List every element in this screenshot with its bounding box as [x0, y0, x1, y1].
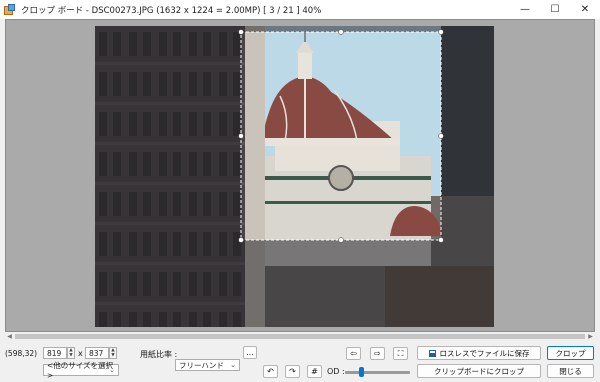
save-lossless-label: ロスレスでファイルに保存 [439, 348, 530, 358]
scroll-right-arrow-icon[interactable]: ▶ [586, 332, 595, 341]
minimize-button[interactable]: — [510, 0, 540, 19]
next-arrow-icon[interactable]: ⇨ [370, 347, 385, 360]
crop-handle [238, 237, 244, 243]
od-slider-thumb[interactable] [359, 367, 365, 377]
close-button[interactable]: 閉じる [547, 364, 594, 378]
width-field[interactable]: 819 [43, 347, 67, 359]
chevron-down-icon: ⌄ [230, 361, 236, 369]
save-lossless-button[interactable]: ロスレスでファイルに保存 [417, 346, 541, 360]
rotate-right-icon[interactable]: ↷ [285, 365, 300, 378]
crop-handle [438, 29, 444, 35]
close-window-button[interactable]: ✕ [570, 0, 600, 19]
times-sign: x [78, 349, 83, 358]
height-spinner[interactable]: ▲ ▼ [109, 347, 117, 359]
aspect-value: フリーハンド [179, 360, 224, 370]
height-field[interactable]: 837 [85, 347, 109, 359]
rotate-left-icon[interactable]: ↶ [263, 365, 278, 378]
app-icon [4, 3, 16, 16]
crop-handle [238, 29, 244, 35]
chevron-down-icon: ⌄ [109, 366, 115, 374]
grid-icon[interactable]: # [307, 365, 322, 378]
od-slider-track[interactable] [345, 371, 410, 374]
od-label: OD : [327, 367, 345, 376]
scroll-left-arrow-icon[interactable]: ◀ [5, 332, 14, 341]
image-viewport[interactable] [5, 19, 595, 332]
crop-handle [238, 133, 244, 139]
window-title: クロップ ボード - DSC00273.JPG (1632 x 1224 = 2… [21, 5, 322, 16]
crop-handle [438, 133, 444, 139]
aspect-label: 用紙比率 : [140, 350, 178, 359]
cursor-coordinates: (598,32) [5, 349, 38, 358]
title-bar: クロップ ボード - DSC00273.JPG (1632 x 1224 = 2… [0, 0, 600, 19]
crop-handle [338, 29, 344, 35]
crop-button[interactable]: クロップ [547, 346, 594, 360]
save-icon [428, 349, 436, 357]
scrollbar-thumb[interactable] [15, 334, 585, 339]
width-spinner[interactable]: ▲ ▼ [67, 347, 75, 359]
other-size-select[interactable]: <他のサイズを選択> ⌄ [43, 361, 119, 380]
other-size-value: <他のサイズを選択> [47, 361, 114, 380]
aspect-more-button[interactable]: ... [243, 346, 257, 359]
crop-handle [338, 237, 344, 243]
aspect-select[interactable]: フリーハンド ⌄ [175, 359, 240, 371]
horizontal-scrollbar[interactable]: ◀ ▶ [5, 332, 595, 341]
crop-handle [438, 237, 444, 243]
maximize-button[interactable]: ☐ [540, 0, 570, 19]
fit-selection-icon[interactable]: ⛶ [393, 347, 408, 360]
crop-to-clipboard-button[interactable]: クリップボードにクロップ [417, 364, 541, 378]
previous-arrow-icon[interactable]: ⇦ [346, 347, 361, 360]
photo-canvas[interactable] [95, 26, 494, 327]
